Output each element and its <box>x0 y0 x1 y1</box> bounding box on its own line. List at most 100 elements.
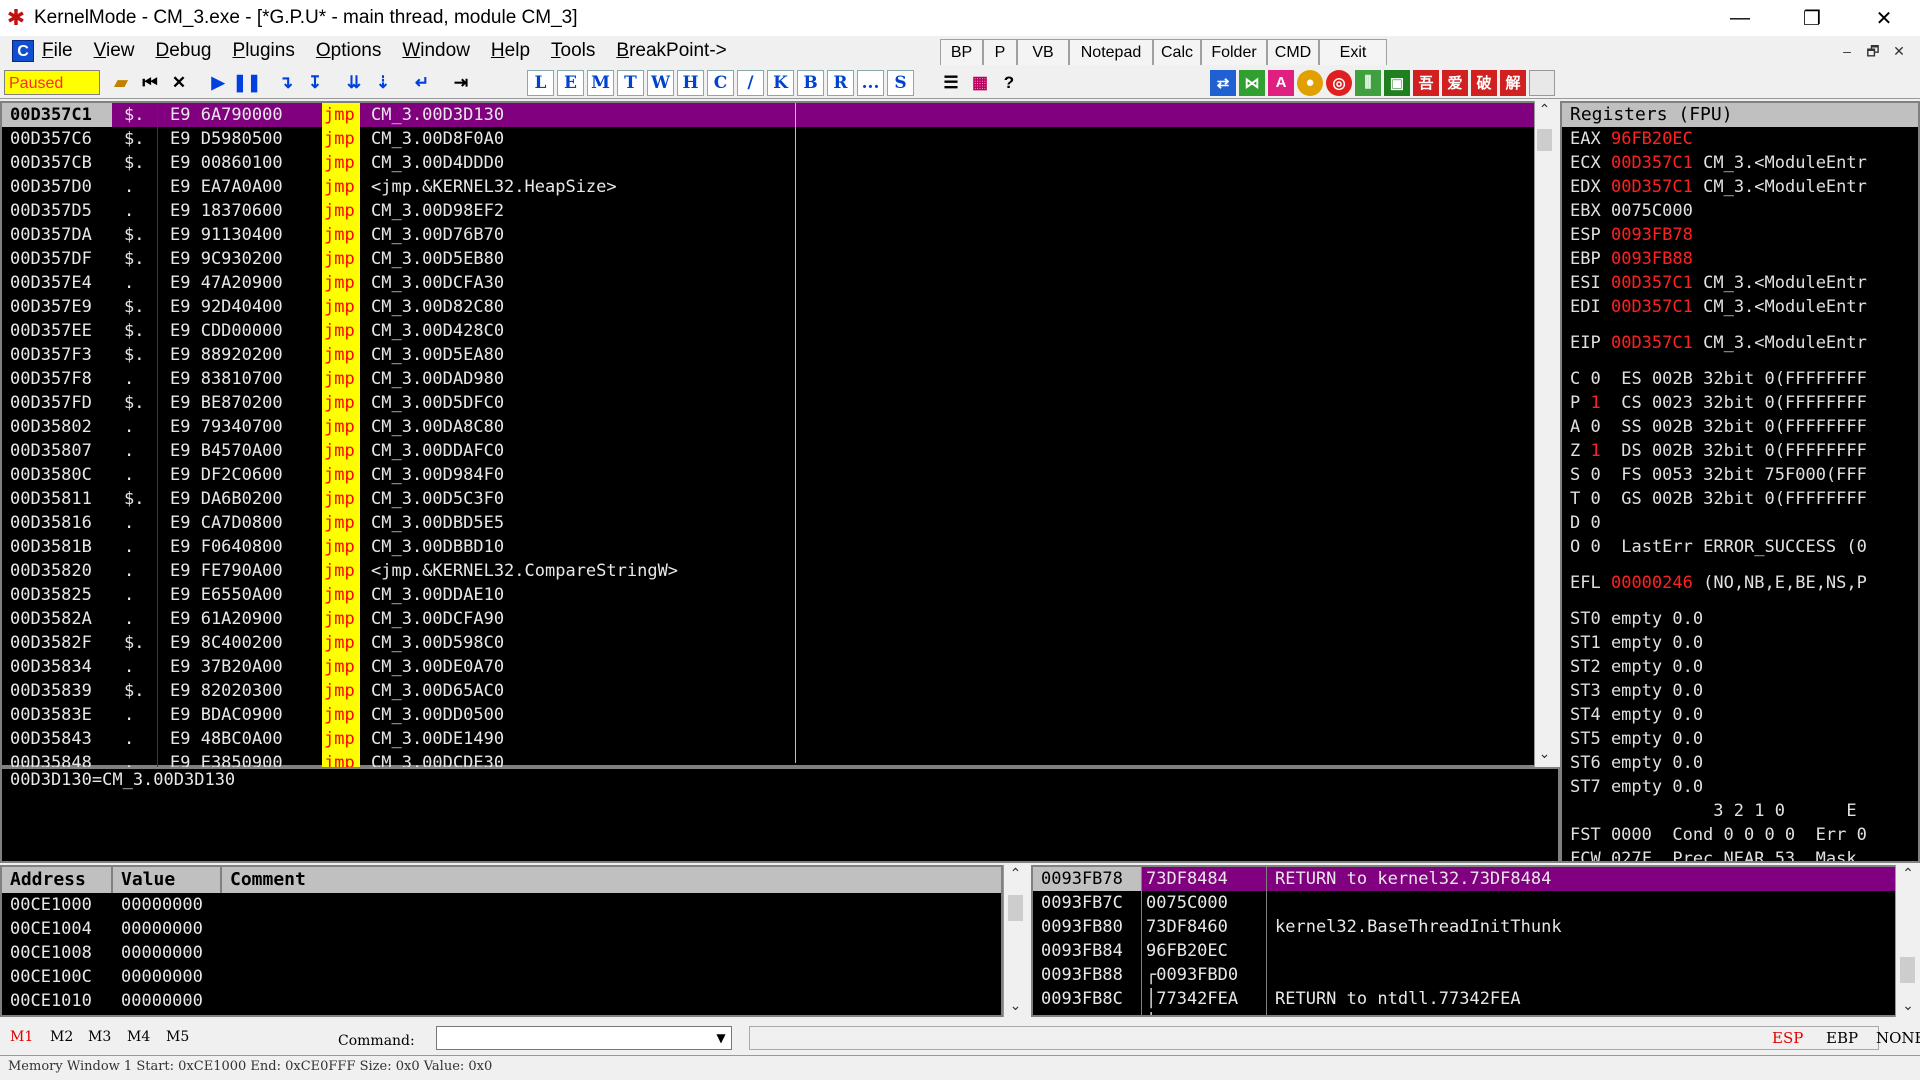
list-icon[interactable]: ☰ <box>938 70 964 96</box>
restart-icon[interactable]: ⏮ <box>137 70 163 96</box>
menu-tools[interactable]: Tools <box>551 40 595 62</box>
stack-row[interactable]: 0093FB7C 0075C000 <box>1033 891 1895 915</box>
source-window-button[interactable]: S <box>887 69 914 96</box>
disasm-row[interactable]: 00D3581B. E9 F0640800 jmp CM_3.00DBBD10 <box>2 535 1535 559</box>
scroll-down-icon[interactable]: ⌄ <box>1896 997 1920 1017</box>
register-row-eip[interactable]: EIP 00D357C1 CM_3.<ModuleEntr <box>1562 331 1918 355</box>
disasm-row[interactable]: 00D35839 $. E9 82020300 jmp CM_3.00D65AC0 <box>2 679 1535 703</box>
disasm-row[interactable]: 00D357C6 $. E9 D5980500 jmp CM_3.00D8F0A0 <box>2 127 1535 151</box>
p-button[interactable]: P <box>983 39 1017 65</box>
mdi-close-button[interactable]: ✕ <box>1886 40 1912 62</box>
dump-row[interactable]: 00CE1010 00000000 <box>2 989 1001 1013</box>
mdi-restore-button[interactable]: 🗗 <box>1860 40 1886 62</box>
menu-file[interactable]: File <box>42 40 73 62</box>
fst-row[interactable]: FST 0000 Cond 0 0 0 0 Err 0 <box>1562 823 1918 847</box>
disasm-row[interactable]: 00D357DF $. E9 9C930200 jmp CM_3.00D5EB80 <box>2 247 1535 271</box>
modules-window-button[interactable]: E <box>557 69 584 96</box>
fpu-row[interactable]: ST3 empty 0.0 <box>1562 679 1918 703</box>
cpu-window-icon[interactable]: C <box>12 40 34 62</box>
scroll-thumb[interactable] <box>1008 895 1023 921</box>
cmd-button[interactable]: CMD <box>1267 39 1319 65</box>
menu-breakpoint[interactable]: BreakPoint-> <box>616 40 726 62</box>
disasm-row[interactable]: 00D35816. E9 CA7D0800 jmp CM_3.00DBD5E5 <box>2 511 1535 535</box>
exit-button[interactable]: Exit <box>1319 39 1387 65</box>
menu-options[interactable]: Options <box>316 40 381 62</box>
ebp-switch[interactable]: EBP <box>1826 1029 1858 1047</box>
fpu-row[interactable]: ST1 empty 0.0 <box>1562 631 1918 655</box>
command-input[interactable]: ▼ <box>436 1026 732 1050</box>
disassembly-pane[interactable]: 00D357C1 $. E9 6A790000 jmp CM_3.00D3D130 00D… <box>0 101 1537 775</box>
register-row[interactable]: EAX 96FB20EC <box>1562 127 1918 151</box>
disasm-row[interactable]: 00D357EE $. E9 CDD00000 jmp CM_3.00D428C0 <box>2 319 1535 343</box>
efl-row[interactable]: EFL 00000246 (NO,NB,E,BE,NS,P <box>1562 571 1918 595</box>
dump-scrollbar[interactable]: ⌃ ⌄ <box>1003 865 1027 1017</box>
memory-tab-m5[interactable]: M5 <box>166 1029 189 1045</box>
menu-help[interactable]: Help <box>491 40 530 62</box>
fpu-row[interactable]: ST5 empty 0.0 <box>1562 727 1918 751</box>
plugin-red-2-icon[interactable]: 爱 <box>1442 69 1468 96</box>
breakpoints-window-button[interactable]: B <box>797 69 824 96</box>
disasm-row[interactable]: 00D3583E. E9 BDAC0900 jmp CM_3.00DD0500 <box>2 703 1535 727</box>
folder-button[interactable]: Folder <box>1201 39 1267 65</box>
memory-window-button[interactable]: M <box>587 69 614 96</box>
disasm-row[interactable]: 00D357E4. E9 47A20900 jmp CM_3.00DCFA30 <box>2 271 1535 295</box>
cpu-window-button[interactable]: C <box>707 69 734 96</box>
vb-button[interactable]: VB <box>1017 39 1069 65</box>
disassembly-scrollbar[interactable]: ⌃ ⌄ <box>1534 101 1554 767</box>
execute-till-return-icon[interactable]: ↵ <box>409 70 435 96</box>
disasm-row[interactable]: 00D35807. E9 B4570A00 jmp CM_3.00DDAFC0 <box>2 439 1535 463</box>
register-row[interactable]: ESI 00D357C1 CM_3.<ModuleEntr <box>1562 271 1918 295</box>
memory-tab-m3[interactable]: M3 <box>88 1029 111 1045</box>
none-switch[interactable]: NONE <box>1876 1029 1920 1047</box>
trace-over-icon[interactable]: ⇣ <box>370 70 396 96</box>
stack-row[interactable]: 0093FB78 73DF8484 RETURN to kernel32.73DF8… <box>1033 867 1895 891</box>
restore-button[interactable]: ❐ <box>1776 0 1848 36</box>
registers-pane[interactable]: Registers (FPU) EAX 96FB20EC ECX 00D357C… <box>1560 101 1920 863</box>
disasm-row[interactable]: 00D35820. E9 FE790A00 jmp <jmp.&KERNEL32.Co… <box>2 559 1535 583</box>
register-row[interactable]: EDX 00D357C1 CM_3.<ModuleEntr <box>1562 175 1918 199</box>
fcw-row[interactable]: FCW 027F Prec NEAR,53 Mask <box>1562 847 1918 861</box>
fpu-row[interactable]: ST6 empty 0.0 <box>1562 751 1918 775</box>
disasm-row[interactable]: 00D35825. E9 E6550A00 jmp CM_3.00DDAE10 <box>2 583 1535 607</box>
step-over-icon[interactable]: ↧ <box>302 70 328 96</box>
disasm-row[interactable]: 00D357F3 $. E9 88920200 jmp CM_3.00D5EA80 <box>2 343 1535 367</box>
stack-row[interactable]: 0093FB88 ┌0093FBD0 <box>1033 963 1895 987</box>
close-debuggee-icon[interactable]: ✕ <box>166 70 192 96</box>
threads-window-button[interactable]: T <box>617 69 644 96</box>
flag-row[interactable]: A 0 SS 002B 32bit 0(FFFFFFFF <box>1562 415 1918 439</box>
esp-switch[interactable]: ESP <box>1772 1029 1803 1047</box>
stack-row[interactable]: 0093FB80 73DF8460 kernel32.BaseThreadInitT… <box>1033 915 1895 939</box>
disasm-row[interactable]: 00D35802. E9 79340700 jmp CM_3.00DA8C80 <box>2 415 1535 439</box>
dump-comment-header[interactable]: Comment <box>222 867 1001 893</box>
memory-tab-m1[interactable]: M1 <box>10 1029 33 1045</box>
flag-row[interactable]: D 0 <box>1562 511 1918 535</box>
patches-window-button[interactable]: / <box>737 69 764 96</box>
bp-button[interactable]: BP <box>940 39 983 65</box>
run-icon[interactable]: ▶ <box>205 70 231 96</box>
memory-tab-m2[interactable]: M2 <box>50 1029 73 1045</box>
dump-address-header[interactable]: Address <box>2 867 113 893</box>
dump-value-header[interactable]: Value <box>113 867 222 893</box>
disasm-row[interactable]: 00D357F8. E9 83810700 jmp CM_3.00DAD980 <box>2 367 1535 391</box>
windows-window-button[interactable]: W <box>647 69 674 96</box>
stack-row[interactable]: 0093FB84 96FB20EC <box>1033 939 1895 963</box>
disasm-row[interactable]: 00D357D5. E9 18370600 jmp CM_3.00D98EF2 <box>2 199 1535 223</box>
close-button[interactable]: ✕ <box>1848 0 1920 36</box>
fpu-row[interactable]: ST7 empty 0.0 <box>1562 775 1918 799</box>
stack-pane[interactable]: 0093FB78 73DF8484 RETURN to kernel32.73DF8… <box>1031 865 1897 1017</box>
memory-dump-pane[interactable]: Address Value Comment 00CE1000 00000000 00… <box>0 865 1003 1017</box>
dump-row[interactable]: 00CE100C 00000000 <box>2 965 1001 989</box>
step-into-icon[interactable]: ↴ <box>273 70 299 96</box>
target-icon[interactable]: ◎ <box>1326 69 1352 96</box>
registers-header[interactable]: Registers (FPU) <box>1562 103 1918 127</box>
trace-into-icon[interactable]: ⇊ <box>341 70 367 96</box>
scroll-down-icon[interactable]: ⌄ <box>1535 745 1554 767</box>
disasm-row[interactable]: 00D35843. E9 48BC0A00 jmp CM_3.00DE1490 <box>2 727 1535 751</box>
disasm-row[interactable]: 00D357CB $. E9 00860100 jmp CM_3.00D4DDD0 <box>2 151 1535 175</box>
scroll-down-icon[interactable]: ⌄ <box>1004 997 1027 1017</box>
plugin-red-3-icon[interactable]: 破 <box>1471 69 1497 96</box>
register-row[interactable]: EDI 00D357C1 CM_3.<ModuleEntr <box>1562 295 1918 319</box>
disasm-row[interactable]: 00D357E9 $. E9 92D40400 jmp CM_3.00D82C80 <box>2 295 1535 319</box>
menu-plugins[interactable]: Plugins <box>233 40 295 62</box>
disasm-row[interactable]: 00D357FD $. E9 BE870200 jmp CM_3.00D5DFC0 <box>2 391 1535 415</box>
